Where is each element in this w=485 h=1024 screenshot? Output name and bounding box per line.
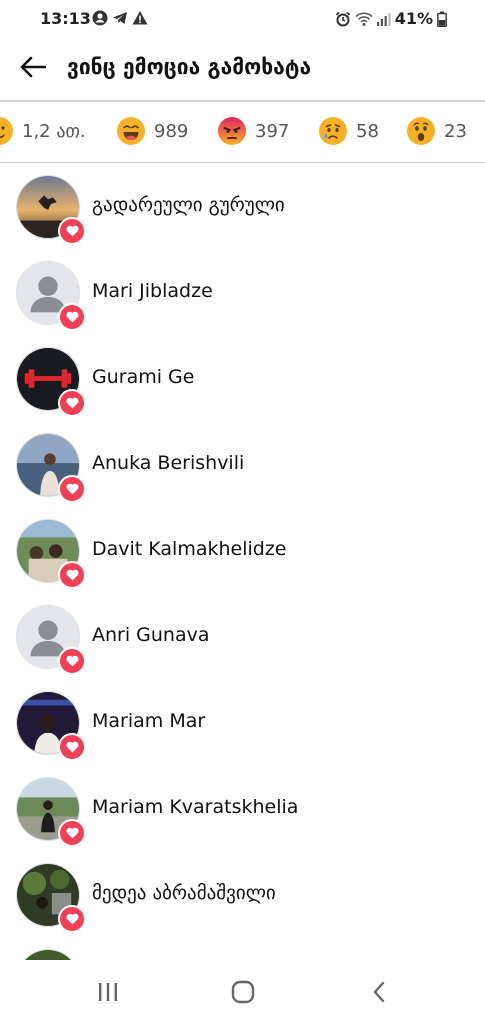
love-reaction-badge <box>58 303 86 331</box>
wow-emoji-icon <box>407 117 435 145</box>
haha-emoji-icon <box>117 117 145 145</box>
status-right: 41% <box>335 9 447 28</box>
home-icon <box>231 980 255 1004</box>
header: ვინც ემოცია გამოხატა <box>0 38 485 102</box>
list-item[interactable]: გადარეული გურული <box>0 163 485 249</box>
avatar-container <box>16 949 80 960</box>
love-reaction-badge <box>58 389 86 417</box>
status-time: 13:13 <box>40 9 91 28</box>
list-item[interactable]: Anuka Berishvili <box>0 421 485 507</box>
list-item[interactable]: Mariam Kvaratskhelia <box>0 765 485 851</box>
person-name[interactable]: გადარეული გურული <box>92 194 285 216</box>
avatar-container <box>16 863 86 933</box>
account-circle-icon <box>92 10 108 26</box>
person-name[interactable]: Mari Jibladze <box>92 280 213 302</box>
love-reaction-badge <box>58 561 86 589</box>
list-item[interactable]: Anri Gunava <box>0 593 485 679</box>
battery-percent: 41% <box>394 9 433 28</box>
tab-wow[interactable]: 23 <box>406 100 467 162</box>
recent-apps-button[interactable] <box>88 976 128 1008</box>
system-back-button[interactable] <box>359 976 399 1008</box>
person-name[interactable]: Anri Gunava <box>92 624 210 646</box>
alarm-icon <box>335 11 351 27</box>
tab-count: 23 <box>444 120 467 142</box>
list-item[interactable]: Mariam Mar <box>0 679 485 765</box>
tab-count: 397 <box>255 120 290 142</box>
person-name[interactable]: მედეა აბრამაშვილი <box>92 882 276 904</box>
reactions-list: გადარეული გურული Mari Jibladze Gurami Ge… <box>0 163 485 960</box>
list-item[interactable]: Gurami Ge <box>0 335 485 421</box>
care-emoji-icon <box>0 117 13 145</box>
page-title: ვინც ემოცია გამოხატა <box>67 55 312 79</box>
tab-sad[interactable]: 58 <box>318 100 379 162</box>
person-name[interactable]: Mariam Mar <box>92 710 205 732</box>
tab-count: 1,2 ათ. <box>22 120 86 142</box>
arrow-left-icon <box>20 56 47 82</box>
avatar-container <box>16 347 86 417</box>
list-item[interactable]: Davit Kalmakhelidze <box>0 507 485 593</box>
list-item[interactable]: მედეა აბრამაშვილი <box>0 851 485 937</box>
reaction-tabs: 1,2 ათ. 989 397 58 23 <box>0 100 485 163</box>
battery-icon <box>437 11 447 27</box>
telegram-icon <box>112 10 128 26</box>
angry-emoji-icon <box>218 117 246 145</box>
avatar-container <box>16 605 86 675</box>
warning-icon <box>132 10 148 26</box>
avatar-container <box>16 777 86 847</box>
tab-count: 989 <box>154 120 189 142</box>
love-reaction-badge <box>58 647 86 675</box>
love-reaction-badge <box>58 217 86 245</box>
love-reaction-badge <box>58 905 86 933</box>
status-bar: 13:13 41% <box>0 0 485 38</box>
recent-apps-icon <box>99 983 117 1001</box>
avatar-container <box>16 433 86 503</box>
avatar-container <box>16 691 86 761</box>
love-reaction-badge <box>58 733 86 761</box>
tab-haha[interactable]: 989 <box>116 100 188 162</box>
system-nav-bar <box>0 960 485 1024</box>
person-name[interactable]: Davit Kalmakhelidze <box>92 538 287 560</box>
love-reaction-badge <box>58 475 86 503</box>
list-item-partial[interactable] <box>0 937 485 960</box>
love-reaction-badge <box>58 819 86 847</box>
tab-angry[interactable]: 397 <box>217 100 289 162</box>
wifi-icon <box>355 11 373 27</box>
tab-care[interactable]: 1,2 ათ. <box>0 100 86 162</box>
avatar[interactable] <box>16 949 80 960</box>
person-name[interactable]: Gurami Ge <box>92 366 194 388</box>
person-name[interactable]: Anuka Berishvili <box>92 452 244 474</box>
avatar-container <box>16 519 86 589</box>
status-left-icons <box>92 10 148 26</box>
back-icon <box>373 981 385 1003</box>
avatar-container <box>16 175 86 245</box>
sad-emoji-icon <box>319 117 347 145</box>
list-item[interactable]: Mari Jibladze <box>0 249 485 335</box>
back-button[interactable] <box>16 52 50 86</box>
tab-count: 58 <box>356 120 379 142</box>
home-button[interactable] <box>223 976 263 1008</box>
avatar-container <box>16 261 86 331</box>
signal-icon <box>376 11 391 27</box>
person-name[interactable]: Mariam Kvaratskhelia <box>92 796 298 818</box>
